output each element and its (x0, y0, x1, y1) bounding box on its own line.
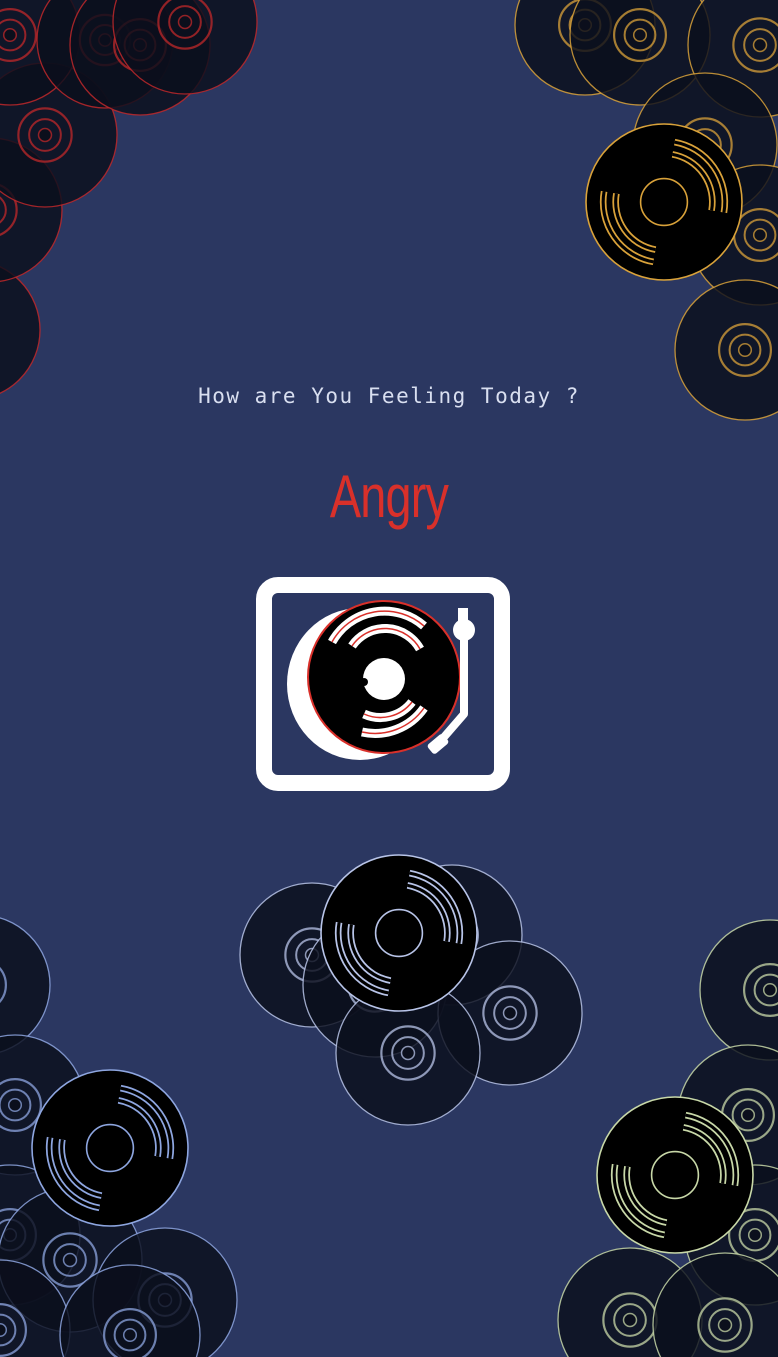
turntable-icon (256, 577, 510, 791)
vinyl-record-icon (302, 912, 448, 1058)
mood-question: How are You Feeling Today ? (198, 384, 580, 408)
mood-picker-screen: How are You Feeling Today ? Angry (0, 0, 778, 1357)
vinyl-record-icon (585, 123, 743, 281)
vinyl-record-icon (684, 1164, 778, 1306)
vinyl-record-icon (112, 0, 258, 95)
vinyl-record-icon (0, 138, 63, 282)
vinyl-record-icon (0, 0, 81, 106)
vinyl-record-icon (557, 1247, 703, 1357)
vinyl-record-icon (320, 854, 478, 1012)
vinyl-record-icon (699, 919, 778, 1061)
vinyl-record-icon (59, 1264, 201, 1357)
vinyl-record-icon (92, 1227, 238, 1357)
vinyl-record-icon (514, 0, 656, 96)
vinyl-record-icon (31, 1069, 189, 1227)
vinyl-record-icon (239, 882, 385, 1028)
vinyl-record-icon (0, 1187, 143, 1333)
vinyl-record-icon (596, 1096, 754, 1254)
vinyl-record-icon (381, 864, 523, 1006)
vinyl-record-icon (689, 164, 778, 306)
vinyl-record-icon (569, 0, 711, 106)
vinyl-record-icon (437, 940, 583, 1086)
vinyl-record-icon (632, 72, 778, 218)
vinyl-record-icon (0, 917, 51, 1053)
vinyl-record-icon (0, 62, 118, 208)
vinyl-record-icon (335, 980, 481, 1126)
vinyl-record-icon (677, 1044, 778, 1186)
mood-label[interactable]: Angry (86, 462, 693, 531)
vinyl-record-icon (0, 1259, 71, 1357)
vinyl-record-icon (0, 266, 41, 394)
vinyl-record-icon (687, 0, 778, 118)
vinyl-record-icon (0, 1034, 86, 1176)
turntable-button[interactable] (252, 574, 514, 792)
vinyl-record-icon (69, 0, 211, 116)
vinyl-record-icon (36, 0, 174, 109)
vinyl-record-icon (0, 1164, 81, 1306)
vinyl-record-icon (652, 1252, 778, 1357)
